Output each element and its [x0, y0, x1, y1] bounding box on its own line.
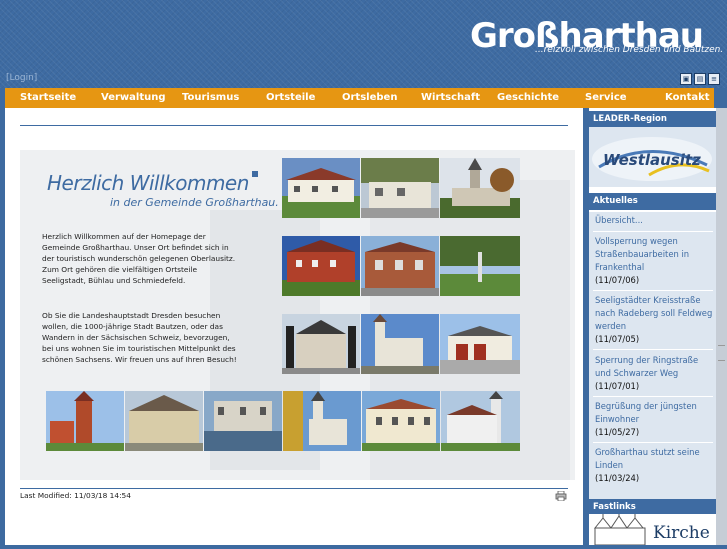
nav-item-service[interactable]: Service	[585, 92, 627, 103]
leader-region-heading: LEADER-Region	[589, 111, 716, 128]
photo-park-monument[interactable]	[440, 236, 520, 296]
welcome-heading: Herzlich Willkommen	[47, 171, 249, 195]
photo-white-church[interactable]	[441, 391, 520, 451]
news-item-date: (11/03/24)	[595, 473, 640, 483]
main-nav: Startseite Verwaltung Tourismus Ortsteil…	[5, 88, 714, 108]
nav-item-verwaltung[interactable]: Verwaltung	[101, 92, 166, 103]
fastlinks-banner[interactable]: Kirche	[589, 514, 716, 546]
nav-item-startseite[interactable]: Startseite	[20, 92, 76, 103]
nav-item-wirtschaft[interactable]: Wirtschaft	[421, 92, 480, 103]
photo-red-house[interactable]	[361, 236, 439, 296]
news-item-title[interactable]: Sperrung der Ringstraße und Schwarzer We…	[595, 354, 713, 380]
login-link[interactable]: [Login]	[6, 73, 37, 83]
nav-item-ortsteile[interactable]: Ortsteile	[266, 92, 315, 103]
nav-item-geschichte[interactable]: Geschichte	[497, 92, 559, 103]
photo-church-tower[interactable]	[440, 158, 520, 218]
photo-village-church[interactable]	[361, 314, 439, 374]
photo-church-autumn[interactable]	[283, 391, 361, 451]
svg-text:Kirche: Kirche	[653, 523, 710, 543]
nav-item-tourismus[interactable]: Tourismus	[182, 92, 239, 103]
intro-paragraph-1: Herzlich Willkommen auf der Homepage der…	[42, 232, 236, 285]
scrollbar[interactable]	[716, 108, 727, 545]
aktuelles-heading: Aktuelles	[589, 193, 716, 210]
photo-building-trees[interactable]	[361, 158, 439, 218]
westlausitz-logo[interactable]: Westlausitz	[589, 127, 716, 187]
news-item-date: (11/07/06)	[595, 275, 640, 285]
welcome-square-icon	[252, 171, 258, 177]
scrollbar-grip[interactable]	[718, 345, 725, 361]
news-overview-link[interactable]: Übersicht...	[595, 214, 713, 227]
last-modified-text: Last Modified: 11/03/18 14:54	[20, 491, 131, 500]
news-item-date: (11/05/27)	[595, 427, 640, 437]
svg-text:Westlausitz: Westlausitz	[603, 151, 701, 169]
layout-icon[interactable]: ▣	[680, 73, 692, 85]
site-logo-subtitle: ...reizvoll zwischen Dresden und Bautzen…	[535, 45, 724, 55]
news-item-date: (11/07/01)	[595, 381, 640, 391]
news-item-title[interactable]: Begrüßung der jüngsten Einwohner	[595, 400, 713, 426]
news-item-title[interactable]: Großharthau stutzt seine Linden	[595, 446, 713, 472]
news-item-title[interactable]: Vollsperrung wegen Straßenbauarbeiten in…	[595, 235, 713, 274]
news-item-date: (11/07/05)	[595, 334, 640, 344]
right-sidebar: LEADER-Region Westlausitz Aktuelles Über…	[589, 108, 716, 546]
divider-bottom	[20, 488, 568, 489]
text-layout-icon[interactable]: ≡	[708, 73, 720, 85]
photo-castle-gate[interactable]	[282, 314, 360, 374]
news-item-title[interactable]: Seeligstädter Kreisstraße nach Radeberg …	[595, 294, 713, 333]
site-header: Großharthau ...reizvoll zwischen Dresden…	[0, 0, 727, 88]
photo-white-house[interactable]	[282, 158, 360, 218]
intro-paragraph-2: Ob Sie die Landeshauptstadt Dresden besu…	[42, 311, 237, 364]
photo-moated-castle[interactable]	[204, 391, 282, 451]
divider-top	[20, 125, 568, 126]
photo-red-manor[interactable]	[282, 236, 360, 296]
photo-manor-house[interactable]	[362, 391, 440, 451]
news-list: Übersicht... Vollsperrung wegen Straßenb…	[589, 212, 716, 499]
print-layout-icon[interactable]: ▤	[694, 73, 706, 85]
photo-fire-station[interactable]	[440, 314, 520, 374]
welcome-subheading: in der Gemeinde Großharthau.	[110, 196, 279, 209]
view-mode-icons: ▣ ▤ ≡	[680, 73, 720, 85]
church-banner-image[interactable]: Kirche	[589, 514, 716, 546]
photo-farmhouse[interactable]	[125, 391, 203, 451]
leader-logo-box[interactable]: Westlausitz	[589, 127, 716, 187]
nav-item-kontakt[interactable]: Kontakt	[665, 92, 710, 103]
nav-item-ortsleben[interactable]: Ortsleben	[342, 92, 397, 103]
photo-red-tower[interactable]	[46, 391, 124, 451]
print-icon[interactable]	[555, 491, 567, 501]
main-content: Herzlich Willkommen in der Gemeinde Groß…	[5, 108, 583, 545]
